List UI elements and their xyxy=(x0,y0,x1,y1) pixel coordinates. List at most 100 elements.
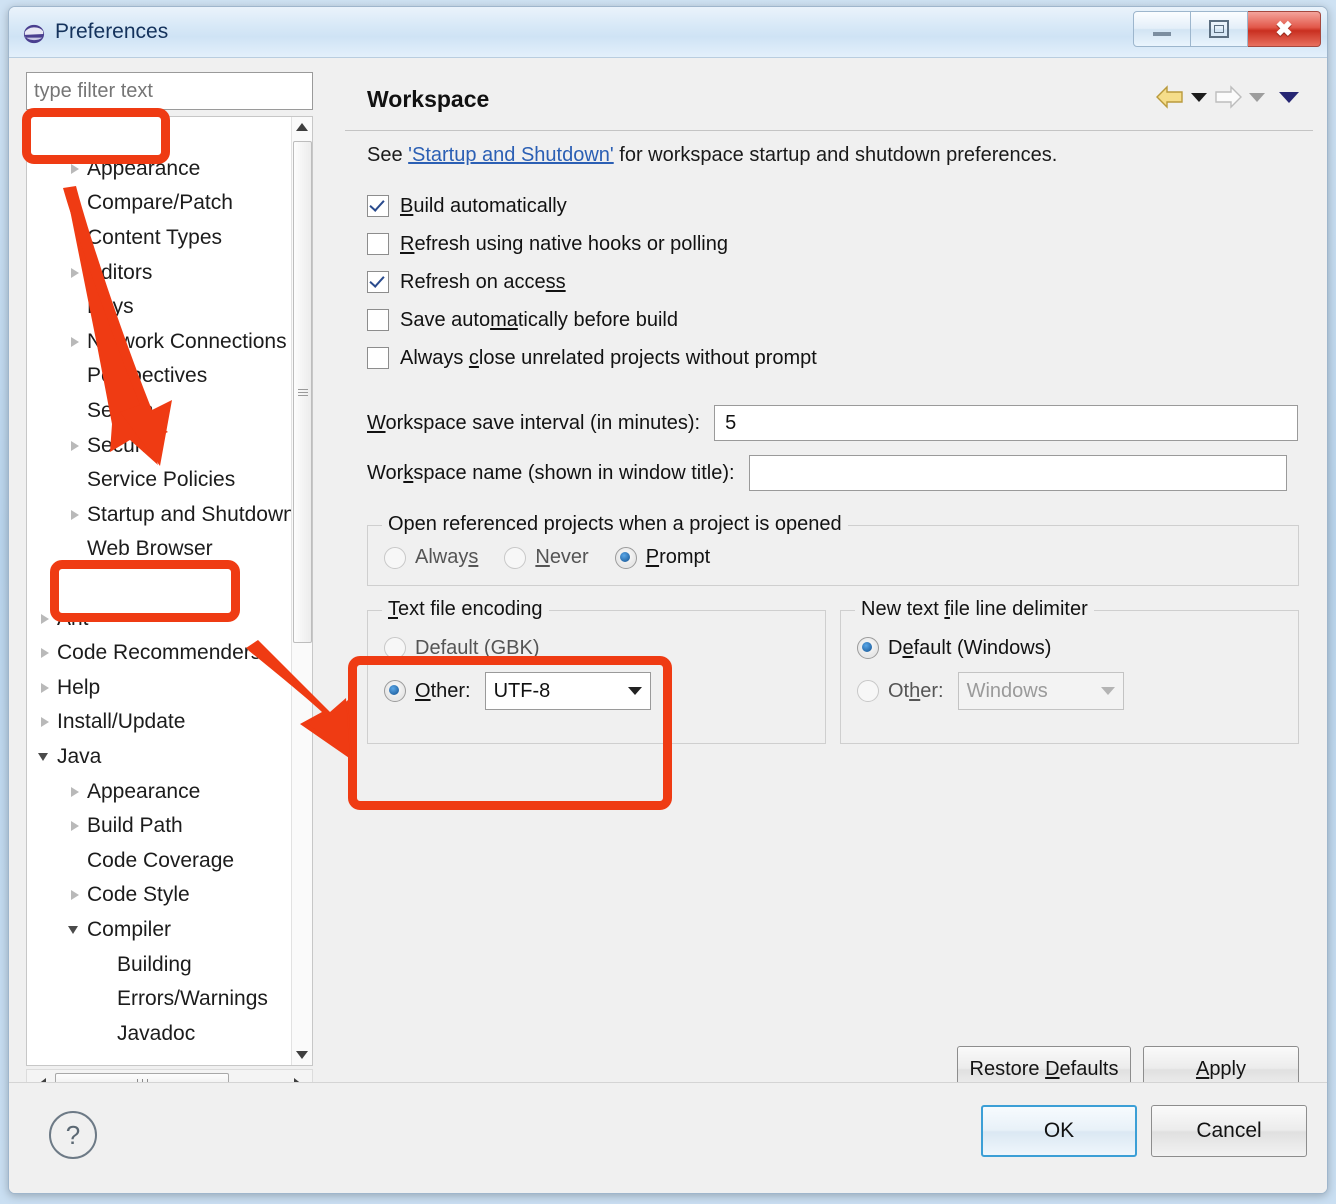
close-button[interactable]: ✖ xyxy=(1248,11,1321,47)
back-menu-chevron-down-icon[interactable] xyxy=(1191,92,1207,102)
sidebar-item-javadoc[interactable]: Javadoc xyxy=(27,1016,294,1051)
triangle-right-icon[interactable] xyxy=(67,438,83,454)
sidebar-item-building[interactable]: Building xyxy=(27,947,294,982)
triangle-down-icon[interactable] xyxy=(67,922,83,938)
delimiter-other-radio[interactable] xyxy=(857,680,879,702)
sidebar-item-ant[interactable]: Ant xyxy=(27,601,294,636)
sidebar-item-errors-warnings[interactable]: Errors/Warnings xyxy=(27,982,294,1017)
triangle-right-icon[interactable] xyxy=(67,265,83,281)
radio-always[interactable] xyxy=(384,546,406,569)
triangle-down-icon[interactable] xyxy=(37,749,53,765)
sidebar-item-workspace[interactable]: Workspace xyxy=(27,567,294,602)
delimiter-default-row[interactable]: Default (Windows) xyxy=(857,631,1282,665)
ok-button[interactable]: OK xyxy=(981,1105,1137,1157)
checkbox-row[interactable]: Always close unrelated projects without … xyxy=(367,339,1299,377)
sidebar-item-help[interactable]: Help xyxy=(27,671,294,706)
encoding-default-row[interactable]: Default (GBK) xyxy=(384,631,809,665)
delimiter-other-label: Other: xyxy=(888,679,944,702)
encoding-select[interactable]: UTF-8 xyxy=(484,672,651,710)
line-delimiter-legend: New text file line delimiter xyxy=(855,598,1094,621)
checkbox-row[interactable]: Refresh using native hooks or polling xyxy=(367,225,1299,263)
checkbox-refresh-on-access[interactable] xyxy=(367,271,389,293)
sidebar-item-perspectives[interactable]: Perspectives xyxy=(27,359,294,394)
triangle-down-icon[interactable] xyxy=(37,126,53,142)
back-arrow-icon[interactable] xyxy=(1155,84,1185,110)
encoding-other-radio[interactable] xyxy=(384,680,406,702)
startup-shutdown-link[interactable]: 'Startup and Shutdown' xyxy=(408,144,614,166)
save-interval-row: Workspace save interval (in minutes): xyxy=(367,405,1299,441)
sidebar-item-keys[interactable]: Keys xyxy=(27,290,294,325)
sidebar-item-startup-and-shutdown[interactable]: Startup and Shutdown xyxy=(27,498,295,533)
search-input[interactable] xyxy=(27,73,312,109)
minimize-button[interactable] xyxy=(1133,11,1191,47)
sidebar-item-label: Content Types xyxy=(87,226,223,250)
vertical-scroll-thumb[interactable] xyxy=(293,141,312,643)
triangle-right-icon[interactable] xyxy=(37,645,53,661)
workspace-name-field[interactable] xyxy=(748,455,1287,491)
triangle-right-icon[interactable] xyxy=(67,161,83,177)
sidebar-item-compiler[interactable]: Compiler xyxy=(27,913,294,948)
encoding-default-radio[interactable] xyxy=(384,637,406,659)
triangle-right-icon[interactable] xyxy=(67,887,83,903)
checkbox-row[interactable]: Refresh on access xyxy=(367,263,1299,301)
triangle-right-icon[interactable] xyxy=(37,611,53,627)
sidebar-item-network-connections[interactable]: Network Connections xyxy=(27,325,294,360)
sidebar-item-web-browser[interactable]: Web Browser xyxy=(27,532,294,567)
sidebar-item-content-types[interactable]: Content Types xyxy=(27,221,294,256)
radio-prompt[interactable] xyxy=(614,546,637,569)
text-input[interactable] xyxy=(757,460,1278,486)
sidebar-item-code-coverage[interactable]: Code Coverage xyxy=(27,843,294,878)
checkbox-refresh-using-native-hooks-or-polling[interactable] xyxy=(367,233,389,255)
triangle-right-icon[interactable] xyxy=(67,576,83,592)
triangle-right-icon[interactable] xyxy=(37,680,53,696)
radio-never[interactable] xyxy=(504,546,527,569)
checkbox-row[interactable]: Build automatically xyxy=(367,187,1299,225)
delimiter-default-radio[interactable] xyxy=(857,637,879,659)
sidebar-item-build-path[interactable]: Build Path xyxy=(27,809,294,844)
sidebar-item-appearance[interactable]: Appearance xyxy=(27,774,294,809)
sidebar-item-service-policies[interactable]: Service Policies xyxy=(27,463,294,498)
help-question-icon[interactable]: ? xyxy=(49,1111,97,1159)
checkbox-row[interactable]: Save automatically before build xyxy=(367,301,1299,339)
sidebar-item-install-update[interactable]: Install/Update xyxy=(27,705,294,740)
triangle-right-icon[interactable] xyxy=(37,714,53,730)
encoding-other-label: Other: xyxy=(415,679,471,702)
triangle-right-icon[interactable] xyxy=(67,818,83,834)
checkbox-always-close-unrelated-projects-without-prompt[interactable] xyxy=(367,347,389,369)
scroll-up-button[interactable] xyxy=(292,117,312,137)
radio-option-always[interactable]: Always xyxy=(384,546,478,569)
maximize-button[interactable] xyxy=(1191,11,1248,47)
radio-option-prompt[interactable]: Prompt xyxy=(614,546,710,569)
sidebar-item-security[interactable]: Security xyxy=(27,428,294,463)
triangle-right-icon[interactable] xyxy=(67,334,83,350)
checkbox-save-automatically-before-build[interactable] xyxy=(367,309,389,331)
delimiter-other-row: Other: Windows xyxy=(857,669,1282,713)
save-interval-field[interactable] xyxy=(714,405,1299,441)
checkbox-build-automatically[interactable] xyxy=(367,195,389,217)
quantity-input[interactable] xyxy=(723,410,1290,436)
cancel-button[interactable]: Cancel xyxy=(1151,1105,1307,1157)
preferences-tree[interactable]: General Appearance Compare/Patch Content Ty… xyxy=(26,116,313,1066)
dialog-buttons: OK Cancel xyxy=(981,1105,1307,1157)
sidebar-item-java[interactable]: Java xyxy=(27,740,294,775)
sidebar-item-appearance[interactable]: Appearance xyxy=(27,152,294,187)
tree-vertical-scrollbar[interactable] xyxy=(291,117,312,1065)
sidebar-item-code-recommenders[interactable]: Code Recommenders xyxy=(27,636,294,671)
encoding-other-row[interactable]: Other: UTF-8 xyxy=(384,669,809,713)
sidebar-item-search[interactable]: Search xyxy=(27,394,294,429)
encoding-select-value: UTF-8 xyxy=(493,679,551,702)
triangle-right-icon[interactable] xyxy=(67,507,83,523)
radio-option-never[interactable]: Never xyxy=(504,546,589,569)
sidebar-item-label: Network Connections xyxy=(87,329,287,353)
sidebar-item-editors[interactable]: Editors xyxy=(27,255,294,290)
triangle-right-icon[interactable] xyxy=(67,784,83,800)
sidebar-item-general[interactable]: General xyxy=(27,117,294,152)
sidebar-item-code-style[interactable]: Code Style xyxy=(27,878,294,913)
page-menu-chevron-down-icon[interactable] xyxy=(1279,91,1299,103)
sidebar-item-compare-patch[interactable]: Compare/Patch xyxy=(27,186,294,221)
filter-box[interactable] xyxy=(26,72,313,110)
scroll-down-button[interactable] xyxy=(292,1045,312,1065)
sidebar-item-label: Errors/Warnings xyxy=(117,987,268,1011)
